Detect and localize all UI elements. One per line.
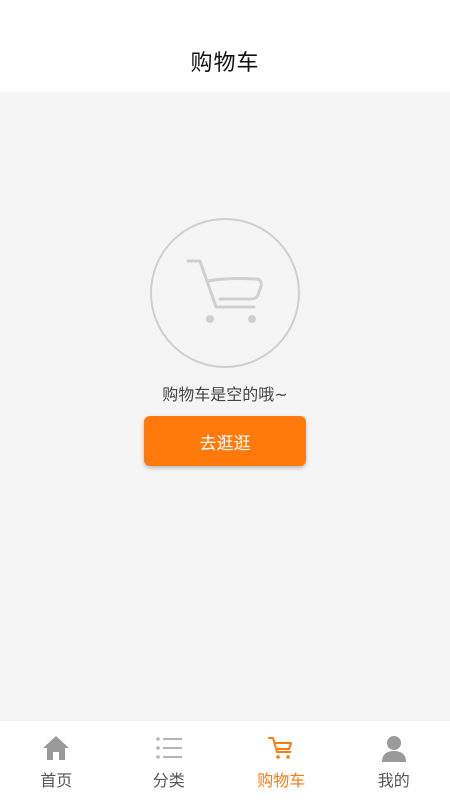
go-shopping-button[interactable]: 去逛逛 [144, 416, 306, 466]
tab-cart[interactable]: 购物车 [225, 721, 338, 800]
tab-label-home: 首页 [40, 771, 73, 790]
top-bar: 购物车 [0, 0, 450, 92]
empty-cart-illustration [150, 218, 300, 368]
user-icon [379, 733, 409, 763]
tab-home[interactable]: 首页 [0, 721, 113, 800]
page-title: 购物车 [190, 51, 260, 76]
cart-content: 购物车是空的哦~ 去逛逛 [0, 92, 450, 720]
cart-icon [186, 259, 263, 323]
bottom-tab-bar: 首页 分类 购物车 我的 [0, 720, 450, 800]
cart-page: 购物车 购物车是空的哦~ 去逛逛 首页 分类 购物车 我的 [0, 0, 450, 800]
tab-label-category: 分类 [152, 771, 185, 790]
tab-profile[interactable]: 我的 [338, 721, 450, 800]
tab-category[interactable]: 分类 [113, 721, 226, 800]
list-icon [154, 733, 184, 763]
empty-cart-message: 购物车是空的哦~ [162, 385, 288, 404]
cart-icon [266, 733, 296, 763]
tab-label-cart: 购物车 [257, 771, 306, 790]
tab-label-profile: 我的 [377, 771, 410, 790]
home-icon [41, 733, 71, 763]
